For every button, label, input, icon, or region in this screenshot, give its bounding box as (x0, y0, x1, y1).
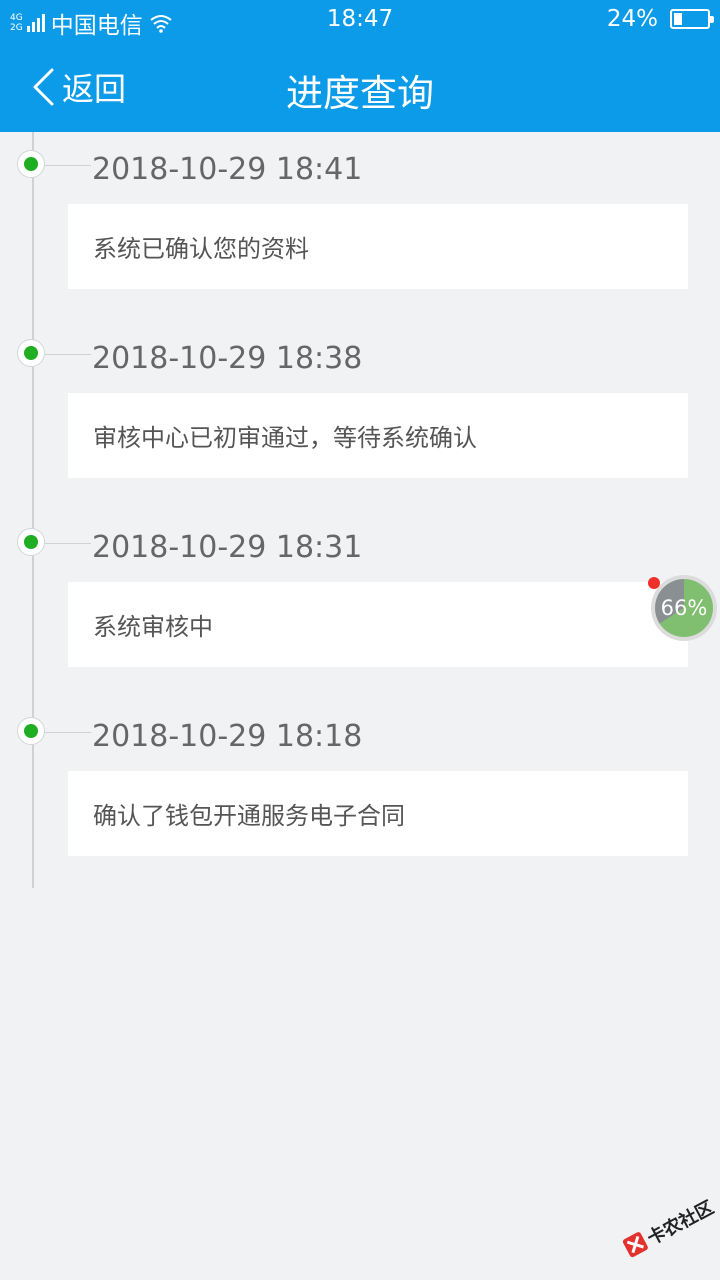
page-title: 进度查询 (286, 72, 434, 115)
timeline-card: 审核中心已初审通过，等待系统确认 (68, 393, 688, 478)
battery-icon (670, 9, 714, 29)
timeline-date: 2018-10-29 18:41 (92, 152, 363, 187)
timeline-date: 2018-10-29 18:31 (92, 530, 363, 565)
floating-ball-progress: 66% (655, 579, 713, 637)
floating-ball-label: 66% (660, 596, 708, 620)
battery-fill (674, 13, 682, 25)
timeline-connector (45, 165, 91, 166)
watermark-logo-icon: 卡农社区 (622, 1196, 718, 1258)
timeline-dot (17, 717, 45, 745)
svg-text:卡农社区: 卡农社区 (644, 1196, 718, 1249)
timeline-card: 确认了钱包开通服务电子合同 (68, 771, 688, 856)
timeline-card: 系统审核中 (68, 582, 688, 667)
timeline-text: 系统已确认您的资料 (93, 235, 309, 263)
timeline-dot (17, 150, 45, 178)
timeline-dot (17, 339, 45, 367)
timeline-date: 2018-10-29 18:18 (92, 719, 363, 754)
timeline-text: 系统审核中 (93, 613, 213, 641)
timeline-connector (45, 543, 91, 544)
watermark-logo: 卡农社区 (610, 1175, 720, 1275)
status-bar: 4G 2G 中国电信 18:47 24% (0, 0, 720, 39)
timeline-connector (45, 732, 91, 733)
timeline-connector (45, 354, 91, 355)
floating-ball-button[interactable]: 66% (651, 575, 717, 641)
timeline-text: 审核中心已初审通过，等待系统确认 (93, 424, 477, 452)
timeline-date: 2018-10-29 18:38 (92, 341, 363, 376)
status-right: 24% (606, 6, 714, 32)
nav-bar: 返回 进度查询 (0, 38, 720, 132)
notification-badge (648, 577, 660, 589)
timeline-card: 系统已确认您的资料 (68, 204, 688, 289)
battery-percent: 24% (606, 6, 658, 32)
timeline-line (32, 132, 34, 888)
timeline-dot (17, 528, 45, 556)
timeline-text: 确认了钱包开通服务电子合同 (93, 802, 405, 830)
